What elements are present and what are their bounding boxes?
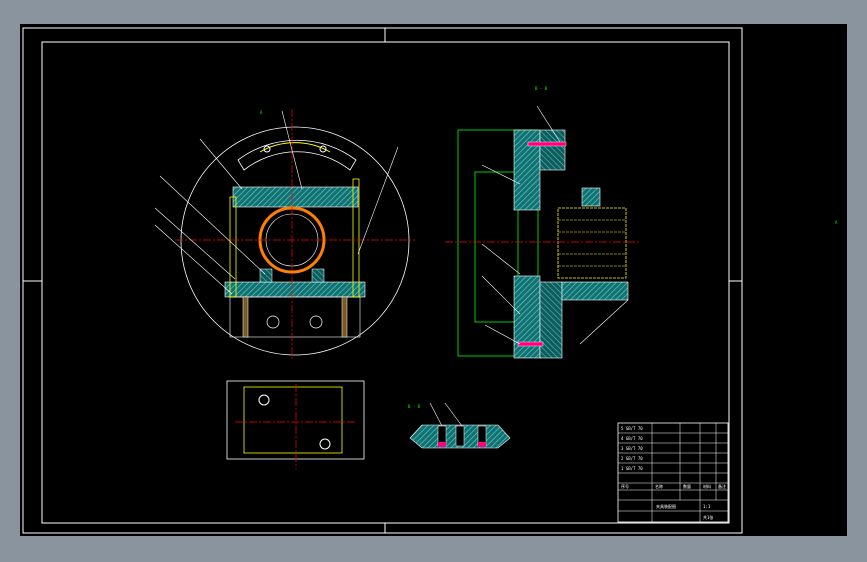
jaw-right xyxy=(311,268,325,283)
tb-row-5: 1 GB/T 70 xyxy=(621,466,643,471)
top-view-inner xyxy=(243,386,343,454)
leader-5 xyxy=(154,207,236,280)
tb-scale: 1:1 xyxy=(703,504,711,509)
tb-sheet: 共1张 xyxy=(703,514,713,520)
top-view-hole-2 xyxy=(319,438,331,450)
side-flange-upper xyxy=(539,129,566,171)
cad-drawing-canvas[interactable]: A B - B B - B 5 GB/T 70 4 GB/T 70 3 GB/T… xyxy=(20,24,847,536)
tb-drawing-name: 夹具装配图 xyxy=(656,503,676,509)
detail-bolt-2 xyxy=(478,442,486,447)
top-view[interactable] xyxy=(226,380,365,469)
base-plate xyxy=(224,281,366,298)
pin-right xyxy=(341,296,348,338)
workpiece-stack xyxy=(557,207,627,279)
pin-left xyxy=(242,296,249,338)
leader-6 xyxy=(154,224,233,295)
tb-header-name: 名称 xyxy=(655,483,663,489)
top-clamp-bar xyxy=(232,186,359,208)
green-envelope-inner xyxy=(474,171,519,323)
section-label-top: B - B xyxy=(535,86,548,91)
tb-row-2: 4 GB/T 70 xyxy=(621,436,643,441)
title-block[interactable]: 5 GB/T 70 4 GB/T 70 3 GB/T 70 2 GB/T 70 … xyxy=(617,422,729,523)
tb-row-3: 3 GB/T 70 xyxy=(621,446,643,451)
detail-hole-2 xyxy=(455,425,465,447)
tb-header-no: 序号 xyxy=(621,483,629,489)
locating-hole-right xyxy=(309,315,323,329)
locating-hole-left xyxy=(266,315,280,329)
bolt-lower xyxy=(517,341,544,347)
detail-leader-1 xyxy=(429,402,443,427)
base-body xyxy=(229,296,361,338)
green-mark-a: A xyxy=(260,110,263,115)
slot-band xyxy=(237,139,357,171)
section-label-bottom: B - B xyxy=(408,404,421,409)
tb-header-material: 材料 xyxy=(703,483,711,489)
side-section-view[interactable]: B - B xyxy=(445,86,640,359)
tb-row-4: 2 GB/T 70 xyxy=(621,456,643,461)
detail-bolt-1 xyxy=(438,442,446,447)
bolt-upper xyxy=(527,141,567,147)
detail-section[interactable]: B - B xyxy=(408,402,511,449)
drawing-viewport[interactable]: A B - B B - B 5 GB/T 70 4 GB/T 70 3 GB/T… xyxy=(20,24,847,536)
side-flange-lower xyxy=(539,281,563,359)
side-mark: A xyxy=(835,220,838,225)
leader-2 xyxy=(281,110,303,190)
detail-leader-2 xyxy=(444,402,463,427)
top-view-hole-1 xyxy=(258,394,270,406)
front-view[interactable]: A xyxy=(154,109,415,359)
tb-header-remark: 备注 xyxy=(718,483,726,489)
side-top-block xyxy=(581,187,601,207)
side-leader-3 xyxy=(481,243,521,275)
top-view-outline xyxy=(226,380,365,460)
leader-1 xyxy=(199,138,243,190)
tb-header-qty: 数量 xyxy=(683,483,691,489)
tb-row-1: 5 GB/T 70 xyxy=(621,426,643,431)
side-leader-6 xyxy=(579,299,629,345)
side-base-arm xyxy=(561,281,629,301)
